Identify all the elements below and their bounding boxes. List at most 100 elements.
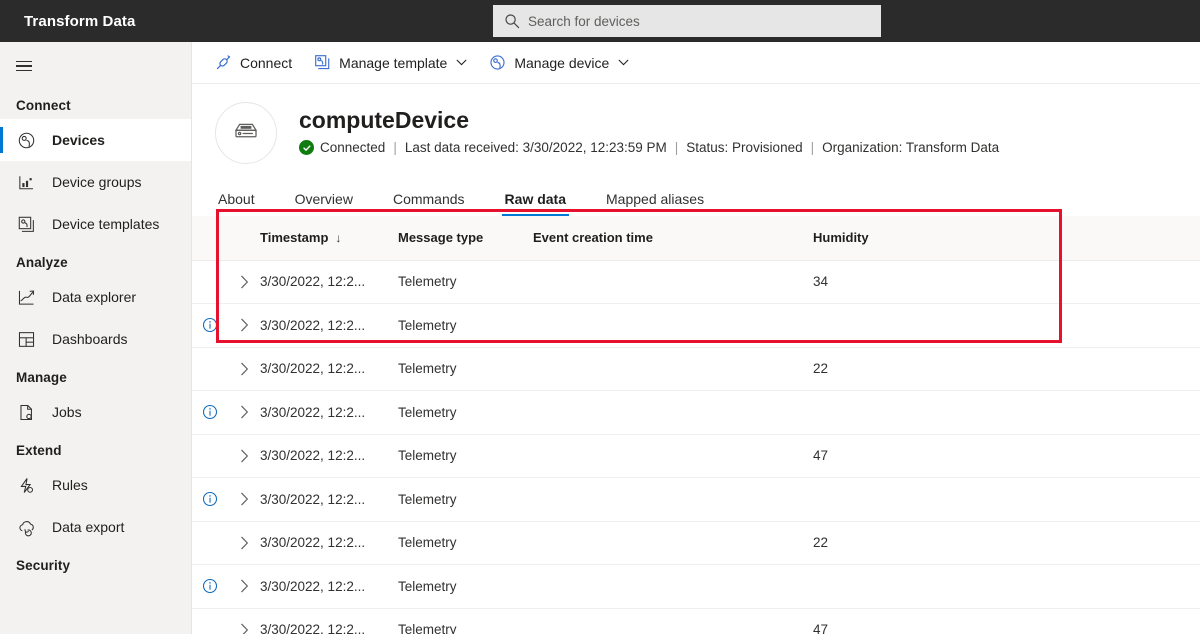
row-expand-cell[interactable] — [228, 564, 260, 609]
server-device-icon — [231, 116, 261, 151]
sidebar-group-security: Security — [16, 558, 71, 573]
tab-about[interactable]: About — [215, 191, 258, 216]
cell-message-type: Telemetry — [398, 477, 533, 522]
row-expand-cell[interactable] — [228, 260, 260, 304]
cell-timestamp: 3/30/2022, 12:2... — [260, 608, 398, 634]
table-row[interactable]: 3/30/2022, 12:2... Telemetry 22 — [192, 521, 1200, 565]
row-info-cell — [192, 347, 228, 391]
tab-raw-data[interactable]: Raw data — [501, 191, 570, 216]
column-header-timestamp[interactable]: Timestamp ↓ — [260, 216, 398, 261]
table-row[interactable]: 3/30/2022, 12:2... Telemetry — [192, 390, 1200, 435]
top-bar: Transform Data Search for devices — [0, 0, 1200, 42]
row-info-cell — [192, 521, 228, 565]
sidebar-item-label: Devices — [52, 132, 105, 148]
cell-timestamp: 3/30/2022, 12:2... — [260, 260, 398, 304]
cell-humidity — [813, 477, 1033, 522]
connect-button[interactable]: Connect — [215, 42, 292, 84]
row-expand-cell[interactable] — [228, 434, 260, 478]
command-label: Manage template — [339, 54, 448, 71]
header-expand-col — [228, 216, 260, 261]
cell-message-type: Telemetry — [398, 390, 533, 435]
search-input[interactable]: Search for devices — [493, 5, 881, 37]
chevron-right-icon[interactable] — [228, 261, 260, 304]
row-info-cell[interactable] — [192, 390, 228, 435]
tab-mapped-aliases[interactable]: Mapped aliases — [603, 191, 707, 216]
chevron-right-icon[interactable] — [228, 565, 260, 608]
sidebar-item-rules[interactable]: Rules — [0, 464, 191, 506]
cell-timestamp: 3/30/2022, 12:2... — [260, 303, 398, 348]
info-circle-icon[interactable] — [192, 304, 228, 347]
tab-overview[interactable]: Overview — [292, 191, 356, 216]
chevron-right-icon[interactable] — [228, 304, 260, 347]
cell-message-type: Telemetry — [398, 260, 533, 304]
manage-template-button[interactable]: Manage template — [314, 42, 467, 84]
cell-timestamp: 3/30/2022, 12:2... — [260, 521, 398, 565]
chevron-right-icon[interactable] — [228, 522, 260, 565]
avatar — [215, 102, 277, 164]
row-info-cell — [192, 260, 228, 304]
row-info-cell[interactable] — [192, 564, 228, 609]
chevron-right-icon[interactable] — [228, 435, 260, 478]
table-row[interactable]: 3/30/2022, 12:2... Telemetry — [192, 564, 1200, 609]
separator: | — [674, 140, 679, 155]
info-circle-icon[interactable] — [192, 391, 228, 434]
cell-humidity: 47 — [813, 434, 1033, 478]
cell-timestamp: 3/30/2022, 12:2... — [260, 477, 398, 522]
chevron-right-icon[interactable] — [228, 391, 260, 434]
cell-timestamp: 3/30/2022, 12:2... — [260, 564, 398, 609]
device-groups-icon — [16, 172, 36, 192]
manage-device-button[interactable]: Manage device — [489, 42, 629, 84]
chevron-right-icon[interactable] — [228, 609, 260, 634]
table-row[interactable]: 3/30/2022, 12:2... Telemetry 34 — [192, 260, 1200, 304]
cell-spacer — [1033, 608, 1200, 634]
sidebar-item-device-templates[interactable]: Device templates — [0, 203, 191, 245]
devices-icon — [16, 130, 36, 150]
row-expand-cell[interactable] — [228, 608, 260, 634]
cell-event-creation-time — [533, 390, 813, 435]
cell-event-creation-time — [533, 347, 813, 391]
cell-spacer — [1033, 564, 1200, 609]
column-header-message-type[interactable]: Message type — [398, 216, 533, 261]
row-expand-cell[interactable] — [228, 477, 260, 522]
tab-commands[interactable]: Commands — [390, 191, 468, 216]
table-row[interactable]: 3/30/2022, 12:2... Telemetry — [192, 303, 1200, 348]
cell-humidity — [813, 564, 1033, 609]
row-expand-cell[interactable] — [228, 521, 260, 565]
sidebar-item-data-explorer[interactable]: Data explorer — [0, 276, 191, 318]
sidebar-item-device-groups[interactable]: Device groups — [0, 161, 191, 203]
cell-spacer — [1033, 303, 1200, 348]
last-data-received: Last data received: 3/30/2022, 12:23:59 … — [404, 140, 667, 155]
cell-message-type: Telemetry — [398, 303, 533, 348]
table-row[interactable]: 3/30/2022, 12:2... Telemetry — [192, 477, 1200, 522]
data-export-icon — [16, 517, 36, 537]
sidebar-item-jobs[interactable]: Jobs — [0, 391, 191, 433]
table-row[interactable]: 3/30/2022, 12:2... Telemetry 47 — [192, 434, 1200, 478]
chevron-right-icon[interactable] — [228, 478, 260, 521]
info-circle-icon[interactable] — [192, 565, 228, 608]
sidebar-item-label: Data export — [52, 519, 125, 535]
cell-humidity — [813, 390, 1033, 435]
cell-spacer — [1033, 260, 1200, 304]
cell-event-creation-time — [533, 434, 813, 478]
hamburger-icon[interactable] — [0, 44, 48, 88]
manage-device-icon — [489, 54, 506, 71]
sidebar-item-label: Jobs — [52, 404, 82, 420]
table-body: 3/30/2022, 12:2... Telemetry 34 3/30/202… — [192, 260, 1200, 634]
main-content: Connect Manage template Manage device co… — [192, 42, 1200, 634]
jobs-icon — [16, 402, 36, 422]
sidebar-item-dashboards[interactable]: Dashboards — [0, 318, 191, 360]
column-label: Timestamp — [260, 230, 329, 246]
info-circle-icon[interactable] — [192, 478, 228, 521]
table-row[interactable]: 3/30/2022, 12:2... Telemetry 47 — [192, 608, 1200, 634]
row-info-cell[interactable] — [192, 303, 228, 348]
chevron-right-icon[interactable] — [228, 348, 260, 391]
row-info-cell[interactable] — [192, 477, 228, 522]
row-expand-cell[interactable] — [228, 390, 260, 435]
column-header-event-creation-time[interactable]: Event creation time — [533, 216, 813, 261]
sidebar-item-data-export[interactable]: Data export — [0, 506, 191, 548]
row-expand-cell[interactable] — [228, 347, 260, 391]
sidebar-item-devices[interactable]: Devices — [0, 119, 191, 161]
row-expand-cell[interactable] — [228, 303, 260, 348]
table-row[interactable]: 3/30/2022, 12:2... Telemetry 22 — [192, 347, 1200, 391]
column-header-humidity[interactable]: Humidity — [813, 216, 1033, 261]
